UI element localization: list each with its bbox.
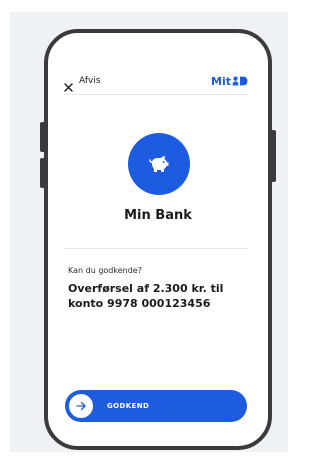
phone-frame: Afvis Mit Min Bank Kan du godkende? Over… <box>44 29 272 450</box>
close-icon <box>64 77 73 92</box>
content-divider <box>64 248 248 249</box>
reject-label: Afvis <box>79 76 101 86</box>
approval-question: Kan du godkende? <box>68 266 142 275</box>
logo-text: Mit <box>211 74 231 88</box>
header: Afvis Mit <box>64 71 248 92</box>
piggy-bank-icon <box>149 156 169 172</box>
approve-label: GODKEND <box>107 402 150 410</box>
transfer-description: Overførsel af 2.300 kr. til konto 9978 0… <box>68 282 224 310</box>
arrow-right-icon <box>76 401 86 411</box>
approve-slider-knob[interactable] <box>69 394 93 418</box>
approve-swipe-button[interactable]: GODKEND <box>65 390 247 422</box>
bank-logo <box>128 133 190 195</box>
mitid-logo: Mit <box>211 75 248 88</box>
reject-button[interactable]: Afvis <box>64 76 101 92</box>
header-divider <box>64 94 248 95</box>
app-screen: Afvis Mit Min Bank Kan du godkende? Over… <box>48 33 268 446</box>
bank-name: Min Bank <box>124 208 192 223</box>
mitid-mark-icon <box>232 76 248 86</box>
